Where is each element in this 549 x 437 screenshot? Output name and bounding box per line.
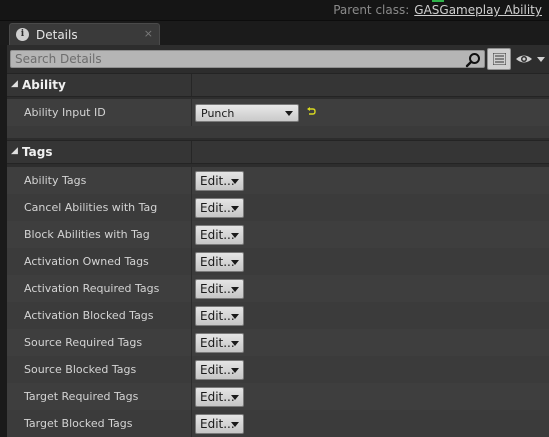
collapse-arrow-icon[interactable]: ◢ [11,146,18,156]
column-divider [191,410,192,437]
property-label: Ability Tags [24,174,87,187]
property-label: Activation Blocked Tags [24,309,154,322]
tab-details[interactable]: i Details × [9,23,160,45]
eye-icon[interactable] [515,52,547,66]
chevron-down-icon [231,179,239,184]
edit-target-required-button[interactable]: Edit... [195,387,244,407]
top-bar: Parent class: GASGameplay Ability [0,0,549,21]
column-divider [191,141,192,163]
tab-strip: i Details × [0,21,549,45]
parent-class-label: Parent class: [333,3,410,17]
property-row-activation-blocked-tags: Activation Blocked Tags Edit... [7,302,549,329]
search-row [7,45,549,73]
details-panel: ◢ Ability Ability Input ID Punch ◢ Tags … [7,45,549,437]
property-label: Cancel Abilities with Tag [24,201,158,214]
edit-activation-required-button[interactable]: Edit... [195,279,244,299]
property-label: Source Blocked Tags [24,363,137,376]
edit-label: Edit... [200,282,235,296]
parent-class-info: Parent class: GASGameplay Ability [333,3,542,17]
property-label: Source Required Tags [24,336,143,349]
property-row-activation-required-tags: Activation Required Tags Edit... [7,275,549,302]
chevron-down-icon [231,260,239,265]
category-label: Ability [22,78,66,92]
property-row-target-blocked-tags: Target Blocked Tags Edit... [7,410,549,437]
close-tab-button[interactable]: × [144,27,153,40]
property-row-target-required-tags: Target Required Tags Edit... [7,383,549,410]
info-icon: i [16,28,29,41]
dropdown-value: Punch [201,107,235,120]
column-divider [191,99,192,126]
chevron-down-icon [231,395,239,400]
column-divider [191,383,192,410]
property-row-source-blocked-tags: Source Blocked Tags Edit... [7,356,549,383]
property-row-block-abilities-with-tag: Block Abilities with Tag Edit... [7,221,549,248]
search-icon[interactable] [465,52,481,68]
property-row-ability-tags: Ability Tags Edit... [7,167,549,194]
column-divider [191,248,192,275]
column-divider [191,167,192,194]
chevron-down-icon [285,111,293,116]
property-row-cancel-abilities-with-tag: Cancel Abilities with Tag Edit... [7,194,549,221]
edit-label: Edit... [200,390,235,404]
chevron-down-icon [231,314,239,319]
property-label: Activation Required Tags [24,282,160,295]
category-label: Tags [22,145,53,159]
edit-label: Edit... [200,417,235,431]
property-row-ability-input-id: Ability Input ID Punch [7,99,549,126]
edit-label: Edit... [200,336,235,350]
ability-input-id-dropdown[interactable]: Punch [195,104,299,122]
property-matrix-button[interactable] [487,48,511,70]
edit-source-required-button[interactable]: Edit... [195,333,244,353]
edit-label: Edit... [200,228,235,242]
property-row-activation-owned-tags: Activation Owned Tags Edit... [7,248,549,275]
collapse-arrow-icon[interactable]: ◢ [11,79,18,89]
edit-label: Edit... [200,255,235,269]
column-divider [191,356,192,383]
property-row-source-required-tags: Source Required Tags Edit... [7,329,549,356]
edit-label: Edit... [200,174,235,188]
edit-label: Edit... [200,309,235,323]
row-spacer [7,126,549,138]
property-label: Block Abilities with Tag [24,228,150,241]
edit-label: Edit... [200,363,235,377]
category-tags[interactable]: ◢ Tags [7,140,549,164]
edit-ability-tags-button[interactable]: Edit... [195,171,244,191]
chevron-down-icon [231,368,239,373]
column-divider [191,221,192,248]
edit-block-abilities-button[interactable]: Edit... [195,225,244,245]
column-divider [191,275,192,302]
property-label: Target Required Tags [24,390,139,403]
chevron-down-icon [231,341,239,346]
tab-label: Details [36,28,78,42]
search-input[interactable] [15,51,455,67]
compile-status-indicator [432,0,444,2]
edit-target-blocked-button[interactable]: Edit... [195,414,244,434]
chevron-down-icon [231,206,239,211]
property-label: Ability Input ID [24,106,106,119]
list-icon [493,53,506,65]
edit-activation-blocked-button[interactable]: Edit... [195,306,244,326]
property-label: Target Blocked Tags [24,417,133,430]
property-label: Activation Owned Tags [24,255,149,268]
column-divider [191,74,192,96]
column-divider [191,302,192,329]
search-box[interactable] [10,50,485,68]
column-divider [191,194,192,221]
edit-source-blocked-button[interactable]: Edit... [195,360,244,380]
parent-class-link[interactable]: GASGameplay Ability [414,3,542,17]
edit-label: Edit... [200,201,235,215]
edit-cancel-abilities-button[interactable]: Edit... [195,198,244,218]
reset-to-default-icon[interactable] [306,107,316,117]
category-ability[interactable]: ◢ Ability [7,73,549,97]
chevron-down-icon [231,233,239,238]
chevron-down-icon [231,287,239,292]
column-divider [191,329,192,356]
edit-activation-owned-button[interactable]: Edit... [195,252,244,272]
